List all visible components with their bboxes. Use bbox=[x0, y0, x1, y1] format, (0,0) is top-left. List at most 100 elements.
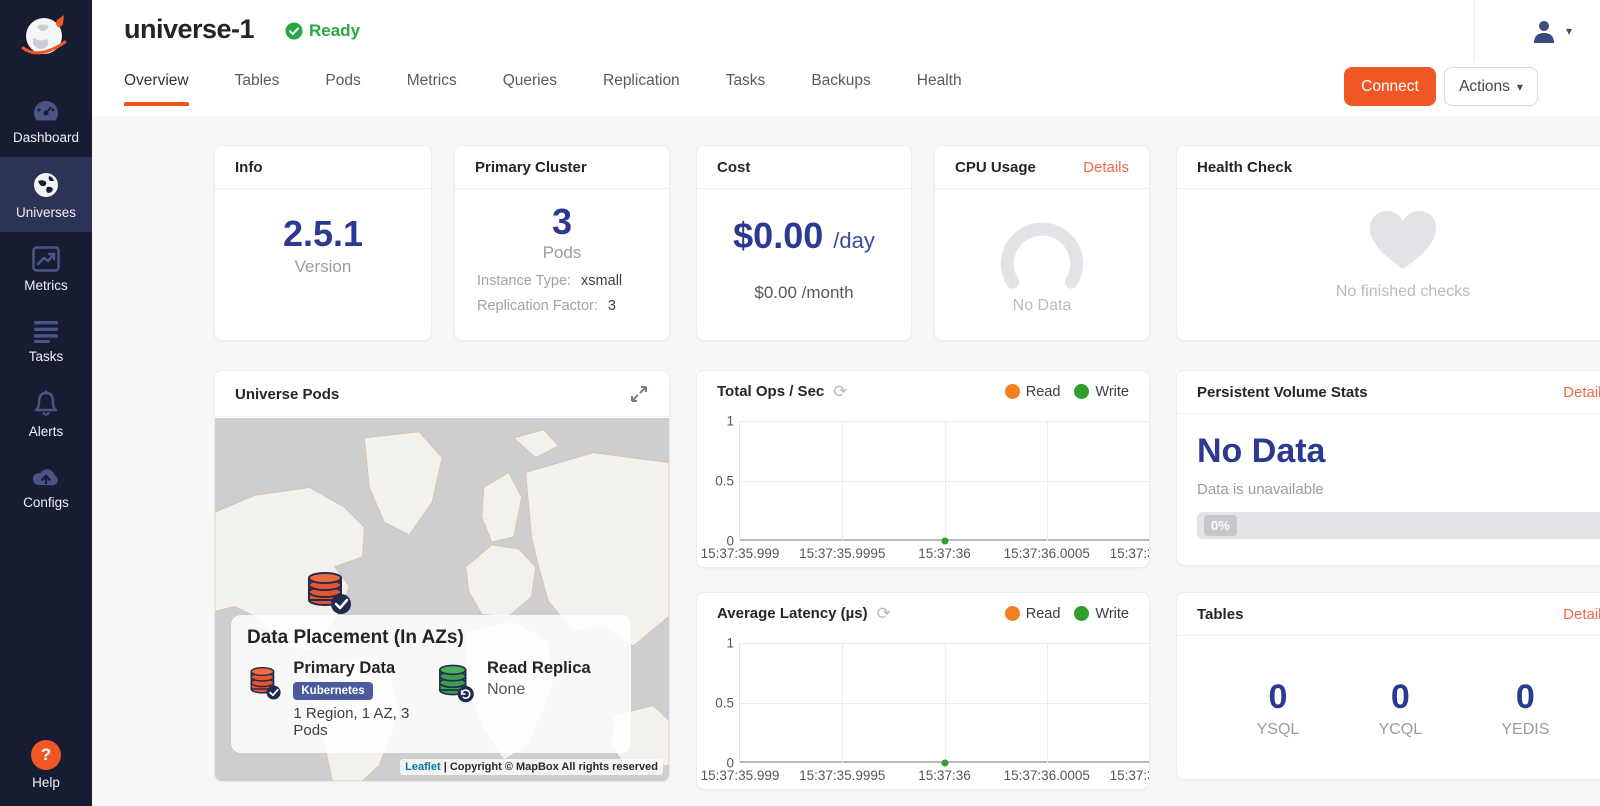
legend-label: Write bbox=[1095, 606, 1129, 622]
sidebar-item-alerts[interactable]: Alerts bbox=[0, 376, 92, 451]
universe-pods-title: Universe Pods bbox=[235, 386, 339, 403]
sidebar-help-label: Help bbox=[32, 775, 60, 790]
user-menu[interactable]: ▾ bbox=[1531, 18, 1572, 44]
tab-tables[interactable]: Tables bbox=[235, 72, 280, 106]
version-value: 2.5.1 bbox=[283, 213, 363, 255]
expand-icon[interactable] bbox=[629, 384, 649, 404]
replication-factor-label: Replication Factor: bbox=[477, 298, 598, 314]
tab-replication[interactable]: Replication bbox=[603, 72, 680, 106]
table-count-yedis: 0 YEDIS bbox=[1501, 678, 1549, 739]
actions-button[interactable]: Actions ▾ bbox=[1444, 67, 1538, 106]
help-icon: ? bbox=[31, 740, 61, 770]
connect-button[interactable]: Connect bbox=[1344, 67, 1436, 106]
persistent-volume-title: Persistent Volume Stats bbox=[1197, 384, 1368, 401]
bell-icon bbox=[33, 390, 59, 418]
table-count-ycql: 0YCQL bbox=[1379, 678, 1423, 739]
table-count-value: 0 bbox=[1268, 678, 1287, 717]
topbar-divider bbox=[1474, 0, 1475, 62]
info-card-title: Info bbox=[235, 159, 263, 176]
topbar: universe-1 Ready ▾ OverviewTablesPodsMet… bbox=[92, 0, 1600, 116]
x-axis-tick: 15:37:36.0005 bbox=[1004, 768, 1090, 783]
instance-type-label: Instance Type: bbox=[477, 273, 571, 289]
gauge-icon bbox=[31, 98, 61, 124]
table-count-label: YSQL bbox=[1257, 721, 1300, 739]
cpu-details-link[interactable]: Details bbox=[1083, 159, 1129, 176]
legend-label: Write bbox=[1095, 384, 1129, 400]
tables-details-link[interactable]: Details bbox=[1563, 606, 1600, 623]
status-badge: Ready bbox=[285, 21, 360, 41]
legend-write[interactable]: Write bbox=[1074, 606, 1129, 622]
tab-tasks[interactable]: Tasks bbox=[726, 72, 766, 106]
sidebar-item-metrics[interactable]: Metrics bbox=[0, 232, 92, 305]
table-count-value: 0 bbox=[1516, 678, 1535, 717]
gridline bbox=[1047, 643, 1048, 763]
sidebar-item-label: Tasks bbox=[29, 349, 64, 364]
legend-read[interactable]: Read bbox=[1005, 606, 1061, 622]
volume-progress-bar: 0% bbox=[1197, 512, 1600, 539]
primary-data-map-marker[interactable] bbox=[303, 566, 355, 618]
gridline bbox=[842, 643, 843, 763]
x-axis-tick: 15:37:35.9995 bbox=[799, 768, 885, 783]
legend-write[interactable]: Write bbox=[1074, 384, 1129, 400]
x-axis-tick: 15:37:35.999 bbox=[701, 546, 780, 561]
y-axis-tick: 0.5 bbox=[715, 696, 740, 711]
tab-queries[interactable]: Queries bbox=[503, 72, 557, 106]
cloud-upload-icon bbox=[31, 465, 61, 489]
x-axis-tick: 15:37:36.0005 bbox=[1004, 546, 1090, 561]
leaflet-link[interactable]: Leaflet bbox=[405, 761, 440, 773]
replication-factor-value: 3 bbox=[608, 298, 616, 314]
refresh-icon[interactable]: ⟳ bbox=[833, 383, 847, 400]
sidebar-item-universes[interactable]: Universes bbox=[0, 157, 92, 232]
tab-overview[interactable]: Overview bbox=[124, 72, 189, 106]
x-axis-tick: 15:37:35.999 bbox=[701, 768, 780, 783]
chevron-down-icon: ▾ bbox=[1566, 24, 1572, 38]
pods-count: 3 bbox=[552, 201, 572, 243]
x-axis-tick: 15:37:36.001 bbox=[1110, 546, 1150, 561]
y-axis-tick: 1 bbox=[726, 636, 740, 651]
table-count-value: 0 bbox=[1391, 678, 1410, 717]
legend-dot-icon bbox=[1074, 606, 1089, 621]
globe-icon bbox=[32, 171, 60, 199]
volume-details-link[interactable]: Details bbox=[1563, 384, 1600, 401]
total-ops-plot: 10.5015:37:35.99915:37:35.999515:37:3615… bbox=[697, 417, 1149, 567]
tab-health[interactable]: Health bbox=[917, 72, 962, 106]
sidebar-item-configs[interactable]: Configs bbox=[0, 451, 92, 522]
refresh-icon[interactable]: ⟳ bbox=[877, 605, 891, 622]
tab-backups[interactable]: Backups bbox=[811, 72, 870, 106]
primary-data-label: Primary Data bbox=[293, 659, 427, 678]
data-placement-title: Data Placement (In AZs) bbox=[247, 627, 615, 649]
legend-read[interactable]: Read bbox=[1005, 384, 1061, 400]
total-ops-title: Total Ops / Sec bbox=[717, 383, 824, 400]
gridline bbox=[842, 421, 843, 541]
health-check-card: Health Check No finished checks bbox=[1176, 145, 1600, 341]
kubernetes-badge: Kubernetes bbox=[293, 682, 372, 700]
health-check-title: Health Check bbox=[1197, 159, 1292, 176]
app-logo[interactable] bbox=[0, 0, 92, 84]
table-count-label: YEDIS bbox=[1501, 721, 1549, 739]
sidebar-item-label: Alerts bbox=[29, 424, 64, 439]
y-axis-tick: 0.5 bbox=[715, 474, 740, 489]
sidebar: DashboardUniversesMetrics Tasks Alerts Conf… bbox=[0, 0, 92, 806]
volume-unavailable-text: Data is unavailable bbox=[1197, 481, 1600, 498]
cpu-usage-title: CPU Usage bbox=[955, 159, 1036, 176]
tables-title: Tables bbox=[1197, 606, 1243, 623]
primary-cluster-title: Primary Cluster bbox=[475, 159, 587, 176]
instance-type-value: xsmall bbox=[581, 273, 622, 289]
cost-per-month: $0.00 /month bbox=[754, 283, 853, 303]
gridline bbox=[1047, 421, 1048, 541]
sidebar-item-tasks[interactable]: Tasks bbox=[0, 305, 92, 376]
x-axis-tick: 15:37:36 bbox=[918, 546, 971, 561]
main-content: Info 2.5.1 Version Primary Cluster 3 Pod… bbox=[92, 116, 1600, 806]
write-data-point bbox=[941, 760, 948, 767]
primary-data-db-icon bbox=[247, 659, 283, 705]
read-replica-db-icon bbox=[435, 659, 477, 705]
world-map[interactable]: Data Placement (In AZs) bbox=[215, 418, 669, 781]
tab-bar: Overview Tables Pods Metrics Queries Replicat… bbox=[124, 72, 962, 106]
avg-latency-plot: 10.5015:37:35.99915:37:35.999515:37:3615… bbox=[697, 639, 1149, 789]
sidebar-item-dashboard[interactable]: Dashboard bbox=[0, 84, 92, 157]
planet-rocket-logo-icon bbox=[17, 8, 75, 66]
gridline bbox=[945, 643, 946, 763]
tab-metrics[interactable]: Metrics bbox=[407, 72, 457, 106]
sidebar-item-help[interactable]: ? Help bbox=[0, 728, 92, 806]
tab-pods[interactable]: Pods bbox=[325, 72, 360, 106]
